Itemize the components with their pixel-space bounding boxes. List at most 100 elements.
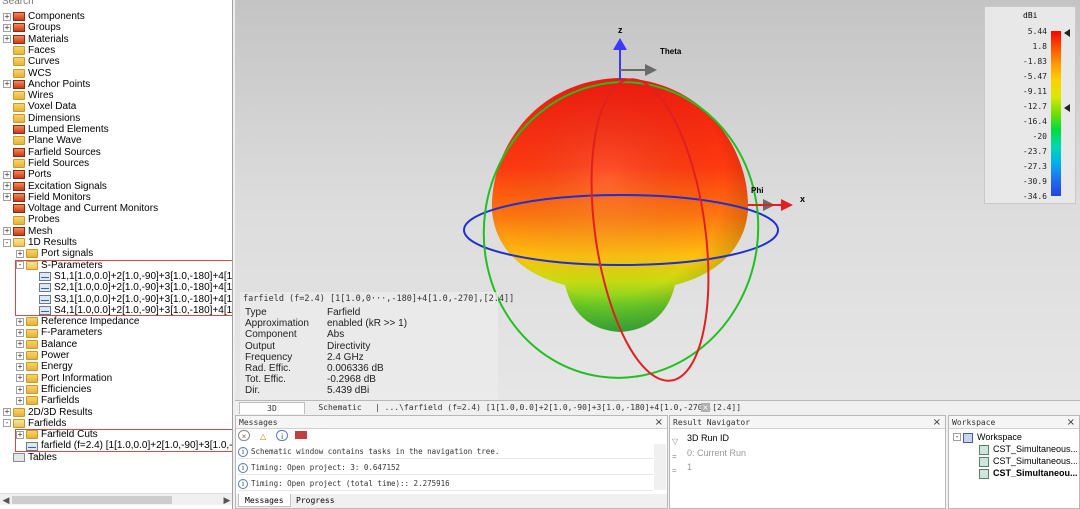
expand-icon[interactable]: + (16, 249, 24, 258)
project-icon (979, 456, 989, 467)
messages-scrollbar[interactable] (654, 444, 666, 490)
tab-messages[interactable]: Messages (238, 494, 291, 507)
collapse-icon[interactable]: - (3, 238, 11, 247)
workspace-item[interactable]: CST_Simultaneou... (979, 467, 1077, 479)
clear-messages-icon[interactable]: × (238, 430, 250, 441)
collapse-icon[interactable]: - (3, 419, 11, 428)
tree-item[interactable]: Dimensions (3, 113, 80, 124)
close-icon[interactable]: × (655, 416, 663, 429)
3d-view[interactable]: z Theta Phi x dBi 5.44 1.8 -1.83 -5.47 -9.11… (235, 0, 1080, 400)
workspace-item[interactable]: CST_Simultaneous... (979, 455, 1077, 467)
tree-item[interactable]: - Farfields (3, 418, 66, 429)
expand-icon[interactable]: + (16, 351, 24, 360)
warning-filter-icon[interactable]: △ (257, 431, 269, 442)
info-value: 5.439 dBi (327, 385, 370, 397)
tree-item[interactable]: Voxel Data (3, 101, 76, 112)
message-row[interactable]: i Timing: Open project: 3: 0.647152 (238, 460, 653, 475)
expand-icon[interactable]: + (3, 182, 11, 191)
scroll-left-icon[interactable]: ◀ (0, 494, 12, 506)
expand-icon[interactable]: + (16, 385, 24, 394)
tree-item[interactable]: +2D/3D Results (3, 407, 92, 418)
info-filter-icon[interactable]: i (276, 430, 289, 441)
tree-item[interactable]: Lumped Elements (3, 124, 109, 135)
tree-item[interactable]: Voltage and Current Monitors (3, 203, 158, 214)
tree-item[interactable]: + Efficiencies (16, 384, 91, 395)
close-tab-icon[interactable]: × (701, 403, 710, 412)
folder-icon (26, 249, 38, 259)
tab-progress[interactable]: Progress (290, 494, 341, 507)
workspace-root[interactable]: - Workspace (953, 431, 1022, 443)
expand-icon[interactable]: + (16, 317, 24, 326)
tree-item[interactable]: Tables (3, 452, 57, 463)
folder-icon (26, 351, 38, 361)
expand-icon[interactable]: + (3, 12, 11, 21)
result-nav-row[interactable]: = 0: Current Run (672, 446, 746, 461)
tree-item[interactable]: + Port signals (16, 248, 93, 259)
tree-item[interactable]: + Power (16, 350, 69, 361)
folder-icon (26, 385, 38, 395)
tree-item[interactable]: Farfield Sources (3, 147, 101, 158)
tree-item[interactable]: + Balance (16, 339, 77, 350)
workspace-item[interactable]: CST_Simultaneous... (979, 443, 1077, 455)
legend-max-marker-icon[interactable] (1064, 29, 1070, 37)
expand-icon[interactable]: + (3, 193, 11, 202)
legend-tick-label: -5.47 (1022, 72, 1047, 81)
tree-item[interactable]: WCS (3, 68, 51, 79)
result-nav-row[interactable]: = 1 (672, 460, 692, 475)
tree-item-label: Materials (28, 33, 69, 45)
expand-icon[interactable]: + (16, 340, 24, 349)
tab-farfield[interactable]: | ...\farfield (f=2.4) [1[1.0,0.0]+2[1.0… (375, 402, 741, 414)
expand-icon[interactable]: + (3, 227, 11, 236)
tree-item[interactable]: + Ports (3, 169, 51, 180)
tree-item[interactable]: + Components (3, 11, 85, 22)
tab-schematic[interactable]: Schematic (307, 402, 373, 414)
message-row[interactable]: i Schematic window contains tasks in the … (238, 444, 653, 459)
tree-item[interactable]: + Excitation Signals (3, 181, 107, 192)
tree-horizontal-scrollbar[interactable]: ◀ ▶ (0, 493, 232, 506)
tree-item-label: Farfields (41, 395, 80, 407)
tree-item[interactable]: Field Sources (3, 158, 89, 169)
legend-min-marker-icon[interactable] (1064, 104, 1070, 112)
tree-item[interactable]: Wires (3, 90, 54, 101)
tree-item[interactable]: Probes (3, 214, 60, 225)
expand-icon[interactable]: + (16, 362, 24, 371)
result-nav-header-row[interactable]: ▽ 3D Run ID (672, 431, 729, 446)
expand-icon[interactable]: + (3, 408, 11, 417)
expand-icon[interactable]: + (16, 374, 24, 383)
tree-item-label: Efficiencies (41, 383, 92, 395)
message-row[interactable]: i Timing: Open project (total time):: 2.2… (238, 476, 653, 491)
expand-icon[interactable]: + (3, 35, 11, 44)
tree-item[interactable]: Faces (3, 45, 55, 56)
close-icon[interactable]: × (933, 416, 941, 429)
scroll-right-icon[interactable]: ▶ (221, 494, 232, 506)
sparams-highlight-box (15, 260, 232, 316)
tree-item[interactable]: + Groups (3, 22, 61, 33)
info-value: Farfield (327, 307, 361, 318)
tree-item[interactable]: + Reference Impedance (16, 316, 139, 327)
tree-item[interactable]: + Port Information (16, 373, 112, 384)
collapse-icon[interactable]: - (953, 433, 961, 442)
legend-tick-label: -1.83 (1022, 57, 1047, 66)
scroll-thumb[interactable] (12, 496, 172, 504)
expand-icon[interactable]: + (16, 329, 24, 338)
expand-icon[interactable]: + (3, 23, 11, 32)
expand-icon[interactable]: + (16, 396, 24, 405)
expand-icon[interactable]: + (3, 80, 11, 89)
tree-item[interactable]: + F-Parameters (16, 327, 102, 338)
tree-item[interactable]: + Materials (3, 34, 69, 45)
tree-search-input[interactable] (0, 0, 232, 8)
flag-icon[interactable] (295, 431, 308, 439)
filter-icon[interactable]: ▽ (672, 434, 682, 446)
close-icon[interactable]: × (1067, 416, 1075, 429)
tree-item[interactable]: + Energy (16, 361, 73, 372)
expand-icon[interactable]: + (3, 170, 11, 179)
tree-item[interactable]: - 1D Results (3, 237, 77, 248)
tree-item[interactable]: + Field Monitors (3, 192, 91, 203)
tree-item[interactable]: Plane Wave (3, 135, 82, 146)
tree-item[interactable]: + Mesh (3, 226, 52, 237)
tree-item-label: Voxel Data (28, 101, 77, 113)
tab-3d[interactable]: 3D (239, 402, 305, 414)
tree-item[interactable]: + Anchor Points (3, 79, 90, 90)
tree-item[interactable]: Curves (3, 56, 60, 67)
tree-item[interactable]: + Farfields (16, 395, 79, 406)
